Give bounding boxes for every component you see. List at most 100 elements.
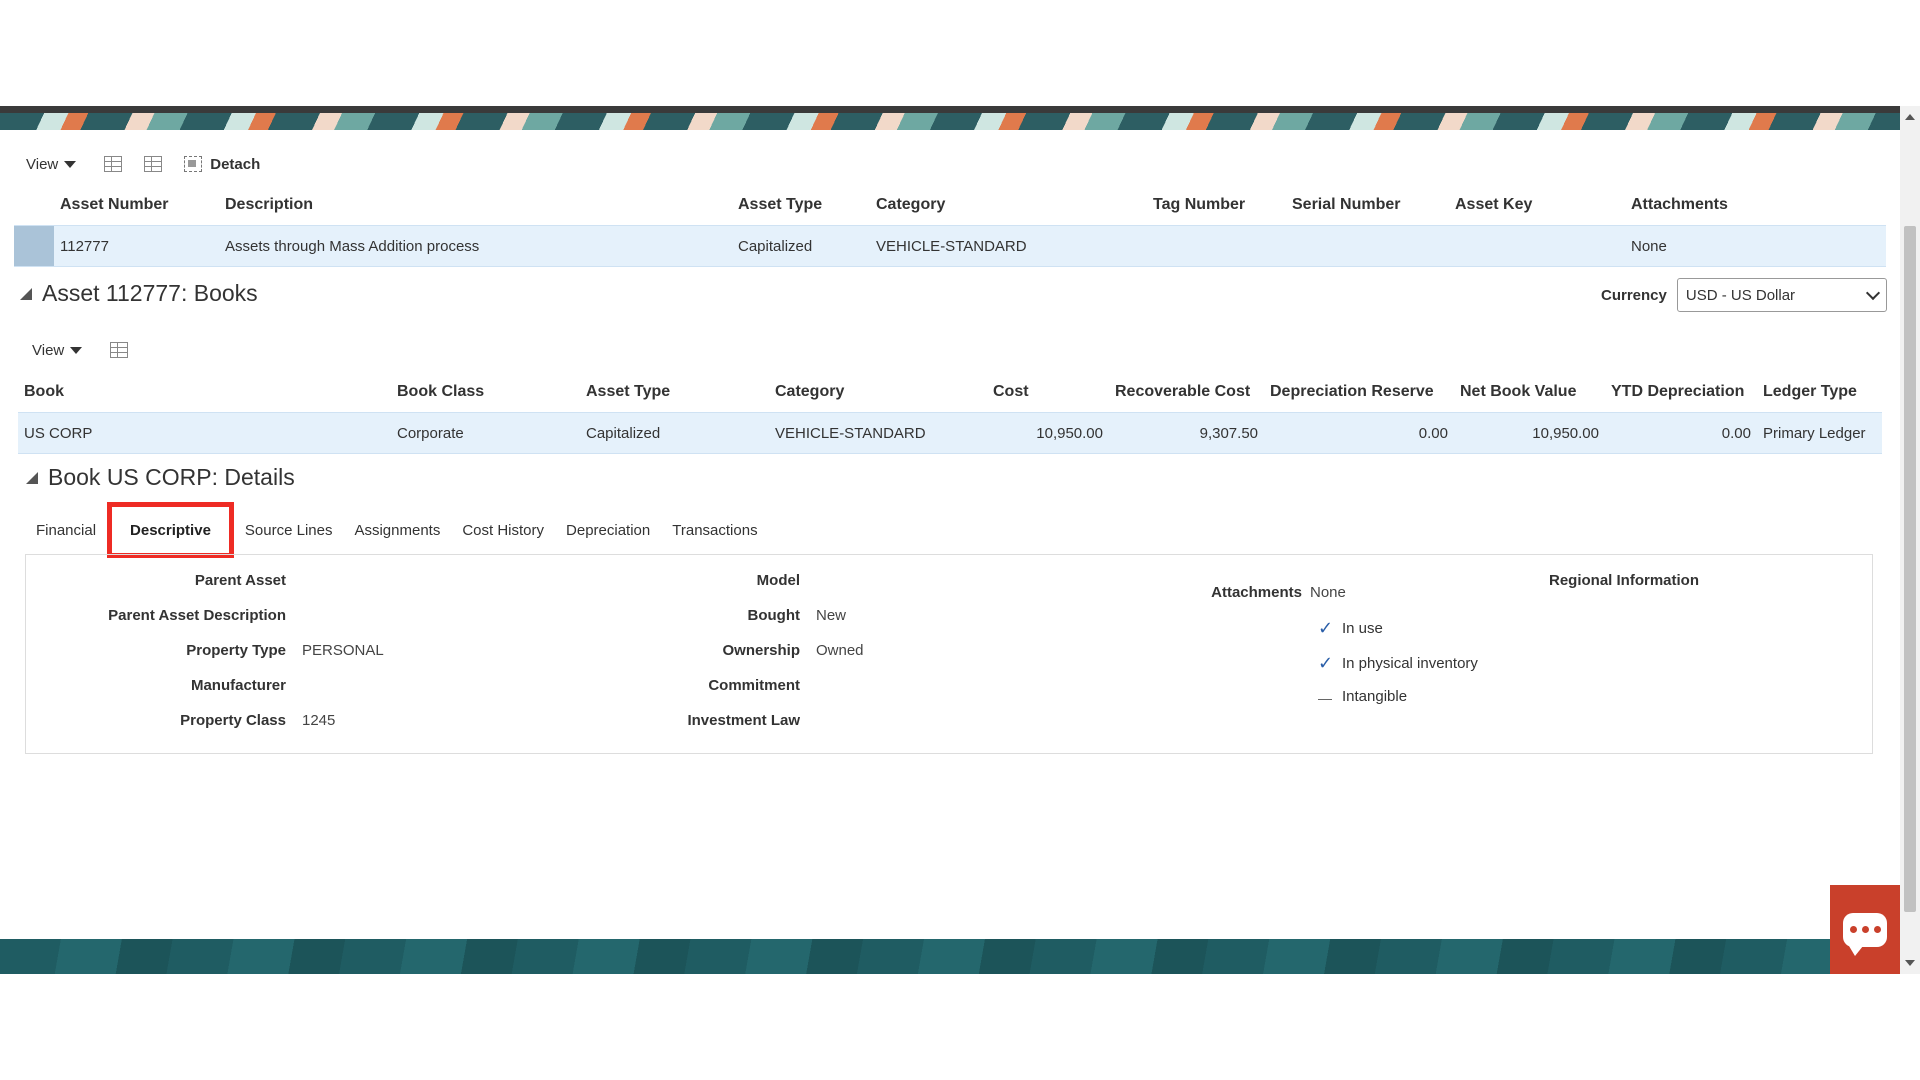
regional-label: Regional Information <box>1549 572 1699 589</box>
books-header-row: Book Book Class Asset Type Category Cost… <box>18 372 1882 413</box>
col-book-class[interactable]: Book Class <box>391 372 580 413</box>
tab-cost-history-label: Cost History <box>462 521 545 539</box>
attachments-link[interactable]: None <box>1310 584 1346 601</box>
col-attachments[interactable]: Attachments <box>1625 185 1886 226</box>
scroll-up-arrow-icon[interactable] <box>1905 114 1915 120</box>
caret-down-icon <box>70 346 83 354</box>
detach-button[interactable]: Detach <box>184 156 260 173</box>
table-row[interactable]: US CORP Corporate Capitalized VEHICLE-ST… <box>18 412 1882 454</box>
unchecked-dash-icon <box>1318 699 1332 700</box>
col-asset-number[interactable]: Asset Number <box>54 185 219 226</box>
tab-source-lines-label: Source Lines <box>244 521 333 539</box>
col-category[interactable]: Category <box>870 185 1147 226</box>
field-label: Parent Asset Description <box>108 607 286 624</box>
details-section-title[interactable]: Book US CORP: Details <box>26 464 295 491</box>
currency-value: USD - US Dollar <box>1685 286 1796 304</box>
field-property-class: Property Class 1245 <box>40 712 335 729</box>
freeze-columns-icon[interactable] <box>104 156 123 172</box>
tab-descriptive[interactable]: Descriptive <box>107 502 234 558</box>
cell-net-book-value: 10,950.00 <box>1454 412 1605 454</box>
col-ledger-type[interactable]: Ledger Type <box>1757 372 1882 413</box>
col-ytd-depreciation[interactable]: YTD Depreciation <box>1605 372 1757 413</box>
col-tag-number[interactable]: Tag Number <box>1147 185 1286 226</box>
collapse-triangle-icon[interactable] <box>26 471 38 484</box>
field-label: Model <box>756 572 800 589</box>
freeze-columns-icon[interactable] <box>110 342 129 358</box>
col-category[interactable]: Category <box>769 372 987 413</box>
assets-header-row: Asset Number Description Asset Type Cate… <box>14 185 1886 226</box>
cell-book-class: Corporate <box>391 412 580 454</box>
row-selector[interactable] <box>14 225 54 267</box>
details-title-text: Book US CORP: Details <box>48 464 295 490</box>
col-book[interactable]: Book <box>18 372 391 413</box>
tab-depreciation-label: Depreciation <box>566 521 651 539</box>
cell-asset-type: Capitalized <box>732 225 870 267</box>
field-parent-asset-description: Parent Asset Description <box>40 607 302 624</box>
cell-attachments: None <box>1625 225 1886 267</box>
collapse-triangle-icon[interactable] <box>20 287 32 300</box>
col-asset-type[interactable]: Asset Type <box>732 185 870 226</box>
col-cost[interactable]: Cost <box>987 372 1109 413</box>
checkbox-in-physical-inventory[interactable]: ✓ In physical inventory <box>1318 653 1478 674</box>
field-label: Commitment <box>708 677 800 694</box>
cell-cost: 10,950.00 <box>987 412 1109 454</box>
table-row[interactable]: 112777 Assets through Mass Addition proc… <box>14 225 1886 267</box>
chevron-down-icon <box>1865 285 1880 301</box>
col-recoverable-cost[interactable]: Recoverable Cost <box>1109 372 1264 413</box>
cell-category: VEHICLE-STANDARD <box>870 225 1147 267</box>
col-serial-number[interactable]: Serial Number <box>1286 185 1449 226</box>
field-label: Ownership <box>722 642 800 659</box>
tab-transactions[interactable]: Transactions <box>661 510 768 550</box>
tab-financial[interactable]: Financial <box>34 510 107 550</box>
currency-select[interactable]: USD - US Dollar <box>1676 278 1887 312</box>
caret-down-icon <box>64 160 77 168</box>
field-bought: Bought New <box>600 607 847 624</box>
checkbox-in-use[interactable]: ✓ In use <box>1318 618 1383 639</box>
chat-button[interactable] <box>1830 885 1900 974</box>
checkbox-intangible[interactable]: Intangible <box>1318 688 1407 705</box>
tab-cost-history[interactable]: Cost History <box>451 510 555 550</box>
books-section-title[interactable]: Asset 112777: Books <box>20 280 258 307</box>
books-view-menu[interactable]: View <box>32 341 83 359</box>
field-label: Property Type <box>186 642 286 659</box>
cell-depreciation-reserve: 0.00 <box>1264 412 1454 454</box>
tab-assignments[interactable]: Assignments <box>343 510 451 550</box>
cell-asset-key <box>1449 225 1625 267</box>
detach-label: Detach <box>210 155 261 173</box>
view-menu[interactable]: View <box>26 155 77 173</box>
view-label: View <box>26 155 59 173</box>
cell-tag-number <box>1147 225 1286 267</box>
detach-icon <box>184 156 203 172</box>
assets-toolbar: View Detach <box>26 152 260 176</box>
vertical-scrollbar[interactable] <box>1900 106 1920 974</box>
checkmark-icon: ✓ <box>1318 653 1334 673</box>
scroll-down-arrow-icon[interactable] <box>1905 960 1915 966</box>
tab-descriptive-label: Descriptive <box>130 521 211 539</box>
field-value: 1245 <box>302 712 336 729</box>
cell-ytd-depreciation: 0.00 <box>1605 412 1757 454</box>
field-label: Investment Law <box>687 712 800 729</box>
cell-asset-number: 112777 <box>54 225 219 267</box>
cell-book: US CORP <box>18 412 391 454</box>
header-banner <box>0 106 1900 130</box>
books-view-label: View <box>32 341 65 359</box>
col-asset-key[interactable]: Asset Key <box>1449 185 1625 226</box>
tab-depreciation[interactable]: Depreciation <box>555 510 661 550</box>
col-depreciation-reserve[interactable]: Depreciation Reserve <box>1264 372 1454 413</box>
field-commitment: Commitment <box>600 677 816 694</box>
field-ownership: Ownership Owned <box>600 642 863 659</box>
col-description[interactable]: Description <box>219 185 732 226</box>
col-net-book-value[interactable]: Net Book Value <box>1454 372 1605 413</box>
cell-serial-number <box>1286 225 1449 267</box>
scrollbar-thumb[interactable] <box>1904 226 1916 912</box>
field-label: Manufacturer <box>190 677 286 694</box>
details-tabs: Financial Descriptive Source Lines Assig… <box>34 502 769 558</box>
col-asset-type[interactable]: Asset Type <box>580 372 769 413</box>
field-label: Attachments <box>1211 584 1302 601</box>
currency-label: Currency <box>1601 286 1667 304</box>
tab-source-lines[interactable]: Source Lines <box>234 510 344 550</box>
regional-information-heading: Regional Information <box>1549 572 1699 589</box>
cell-recoverable-cost: 9,307.50 <box>1109 412 1264 454</box>
wrap-columns-icon[interactable] <box>144 156 163 172</box>
tab-financial-label: Financial <box>36 521 97 539</box>
